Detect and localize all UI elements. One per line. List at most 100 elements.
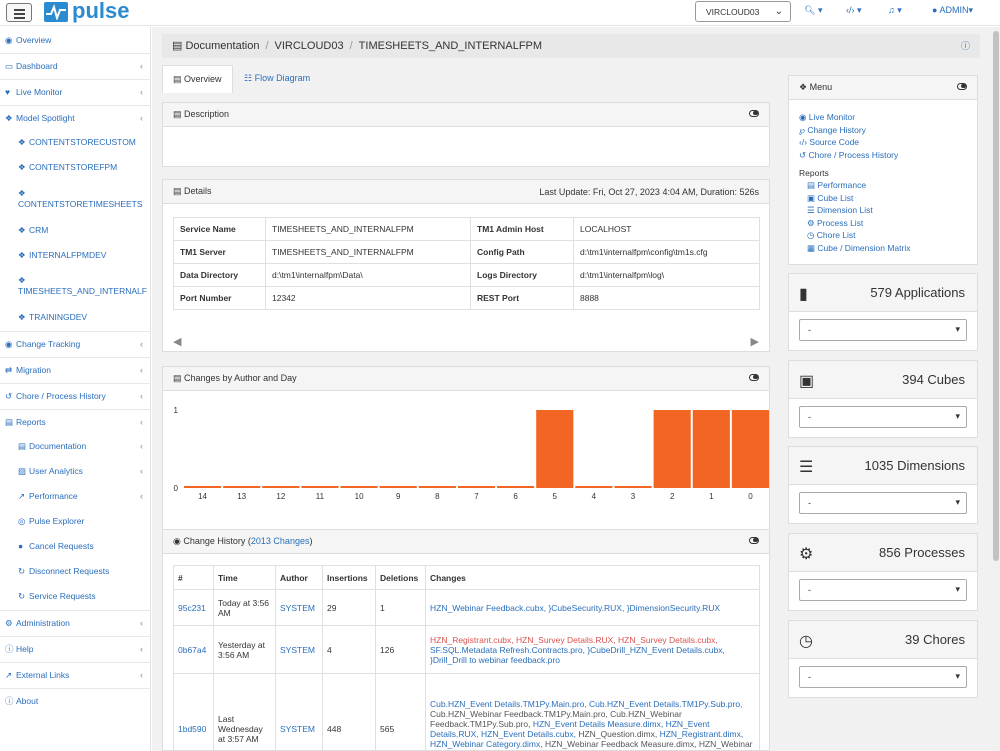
- menu-report-chore-list[interactable]: ◷ Chore List: [799, 229, 910, 242]
- changed-file-link[interactable]: HZN_Webinar Feedback.cubx,: [430, 603, 548, 613]
- sidebar-report-documentation[interactable]: ▤ Documentation ‹: [0, 441, 151, 452]
- changed-file-link[interactable]: SF.SQL.Metadata Refresh.Contracts.pro,: [430, 645, 587, 655]
- changed-file-link[interactable]: HZN_Event Details.cubx,: [481, 729, 578, 739]
- chart-bar[interactable]: [692, 410, 730, 488]
- changed-file-link[interactable]: HZN_Registrant.cubx,: [430, 635, 516, 645]
- sidebar-item-overview[interactable]: ◉ Overview: [0, 35, 151, 46]
- toggle-icon[interactable]: [749, 110, 759, 117]
- changed-file-link[interactable]: HZN_Registrant.dimx,: [660, 729, 744, 739]
- applications-select[interactable]: - ▾: [799, 319, 967, 341]
- sidebar-item-dashboard[interactable]: ▭ Dashboard ‹: [0, 53, 151, 79]
- sidebar-report-disconnect-requests[interactable]: ↻ Disconnect Requests: [0, 566, 151, 577]
- toggle-icon[interactable]: [749, 537, 759, 544]
- scroll-right-icon[interactable]: ▶: [751, 335, 759, 348]
- sidebar-report-cancel-requests[interactable]: ● Cancel Requests: [0, 541, 151, 552]
- sidebar-item-migration[interactable]: ⇄ Migration ‹: [0, 357, 151, 383]
- chart-bar[interactable]: [184, 486, 222, 488]
- chart-bar[interactable]: [223, 486, 261, 488]
- menu-report-performance[interactable]: ▤ Performance: [799, 179, 910, 192]
- code-menu-button[interactable]: ‹/› ▾: [846, 5, 862, 16]
- menu-link-source-code[interactable]: ‹/› Source Code: [799, 136, 910, 149]
- sidebar-model-contentstorefpm[interactable]: ❖ CONTENTSTOREFPM: [0, 162, 151, 173]
- toggle-icon[interactable]: [749, 374, 759, 381]
- toggle-icon[interactable]: [957, 83, 967, 90]
- author-link[interactable]: SYSTEM: [280, 724, 315, 734]
- menu-report-process-list[interactable]: ⚙ Process List: [799, 217, 910, 230]
- info-icon[interactable]: ⓘ: [961, 39, 970, 52]
- sidebar-item-help[interactable]: ⓘ Help ‹: [0, 636, 151, 662]
- sidebar-report-user-analytics[interactable]: ▨ User Analytics ‹: [0, 466, 151, 477]
- changed-file-link[interactable]: }Drill_Drill to webinar feedback.pro: [430, 655, 560, 665]
- sidebar-model-contentstorecustom[interactable]: ❖ CONTENTSTORECUSTOM: [0, 137, 151, 148]
- search-menu-button[interactable]: 🔍︎ ▾: [804, 5, 822, 16]
- sidebar-item-external-links[interactable]: ↗ External Links ‹: [0, 662, 151, 688]
- chart-bar[interactable]: [653, 410, 691, 488]
- history-count-link[interactable]: 2013 Changes: [251, 536, 310, 546]
- server-select[interactable]: VIRCLOUD03 ⌄: [695, 1, 791, 22]
- chart-bar[interactable]: [340, 486, 378, 488]
- processes-select[interactable]: - ▾: [799, 579, 967, 601]
- user-menu-button[interactable]: ● ADMIN▾: [932, 5, 973, 16]
- sidebar-item-chore-process-history[interactable]: ↺ Chore / Process History ‹: [0, 383, 151, 409]
- sidebar-report-performance[interactable]: ↗ Performance ‹: [0, 491, 151, 502]
- changed-file-link[interactable]: HZN_Webinar Feedback Measure.dimx,: [545, 739, 699, 749]
- sidebar-item-reports[interactable]: ▤ Reports ‹: [0, 409, 151, 435]
- tab-overview[interactable]: ▤ Overview: [162, 65, 233, 93]
- chart-bar[interactable]: [731, 410, 769, 488]
- chart-bar[interactable]: [418, 486, 456, 488]
- chart-bar[interactable]: [536, 410, 574, 488]
- changed-file-link[interactable]: }DimensionSecurity.RUX: [627, 603, 720, 613]
- sidebar-report-pulse-explorer[interactable]: ◎ Pulse Explorer: [0, 516, 151, 527]
- sidebar-item-about[interactable]: ⓘ About: [0, 688, 151, 714]
- cubes-select[interactable]: - ▾: [799, 406, 967, 428]
- changed-file-link[interactable]: HZN_Event Details Measure.dimx,: [533, 719, 666, 729]
- notifications-button[interactable]: ♫ ▾: [888, 5, 902, 16]
- changed-file-link[interactable]: Cub.HZN_Webinar Feedback.TM1Py.Main.pro,: [430, 709, 610, 719]
- scroll-left-icon[interactable]: ◀: [173, 335, 181, 348]
- commit-link[interactable]: 1bd590: [178, 724, 206, 734]
- sidebar-model-contentstoretimesheets[interactable]: ❖ CONTENTSTORETIMESHEETS: [0, 188, 151, 210]
- sidebar-model-timesheets[interactable]: ❖ TIMESHEETS_AND_INTERNALF: [0, 275, 151, 297]
- author-link[interactable]: SYSTEM: [280, 603, 315, 613]
- sidebar-item-administration[interactable]: ⚙ Administration ‹: [0, 610, 151, 636]
- sidebar-model-trainingdev[interactable]: ❖ TRAININGDEV: [0, 312, 151, 323]
- changed-file-link[interactable]: HZN_Webinar Category.dimx,: [430, 739, 545, 749]
- sidebar-item-change-tracking[interactable]: ◉ Change Tracking ‹: [0, 331, 151, 357]
- page-scrollbar[interactable]: [992, 27, 1000, 751]
- menu-report-dimension-list[interactable]: ☰ Dimension List: [799, 204, 910, 217]
- hamburger-menu-button[interactable]: [6, 3, 32, 22]
- menu-link-live-monitor[interactable]: ◉ Live Monitor: [799, 111, 910, 124]
- menu-report-cube-dimension-matrix[interactable]: ▦ Cube / Dimension Matrix: [799, 242, 910, 255]
- chart-bar[interactable]: [301, 486, 339, 488]
- dimensions-select[interactable]: - ▾: [799, 492, 967, 514]
- changed-file-link[interactable]: HZN_Survey Details.cubx,: [618, 635, 718, 645]
- changed-file-link[interactable]: }CubeSecurity.RUX,: [548, 603, 626, 613]
- chores-select[interactable]: - ▾: [799, 666, 967, 688]
- breadcrumb-root[interactable]: Documentation: [185, 40, 259, 52]
- changed-file-link[interactable]: }CubeDrill_HZN_Event Details.cubx,: [587, 645, 724, 655]
- changed-file-link[interactable]: Cub.HZN_Event Details.TM1Py.Main.pro,: [430, 699, 589, 709]
- menu-report-cube-list[interactable]: ▣ Cube List: [799, 192, 910, 205]
- chart-bar[interactable]: [457, 486, 496, 488]
- sidebar-item-live-monitor[interactable]: ♥ Live Monitor ‹: [0, 79, 151, 105]
- commit-link[interactable]: 95c231: [178, 603, 206, 613]
- commit-link[interactable]: 0b67a4: [178, 645, 206, 655]
- sidebar-model-internalfpmdev[interactable]: ❖ INTERNALFPMDEV: [0, 250, 151, 261]
- sidebar-item-model-spotlight[interactable]: ❖ Model Spotlight ‹: [0, 105, 151, 131]
- sidebar-model-crm[interactable]: ❖ CRM: [0, 225, 151, 236]
- menu-link-change-history[interactable]: ℘ Change History: [799, 124, 910, 137]
- chart-bar[interactable]: [379, 486, 417, 488]
- sidebar-report-service-requests[interactable]: ↻ Service Requests: [0, 591, 151, 602]
- changed-file-link[interactable]: Cub.HZN_Event Details.TM1Py.Sub.pro,: [589, 699, 742, 709]
- chart-bar[interactable]: [575, 486, 613, 488]
- scrollbar-thumb[interactable]: [993, 31, 999, 561]
- author-link[interactable]: SYSTEM: [280, 645, 315, 655]
- chart-bar[interactable]: [262, 486, 300, 488]
- menu-link-chore-process-history[interactable]: ↺ Chore / Process History: [799, 149, 910, 162]
- chart-bar[interactable]: [614, 486, 652, 488]
- changed-file-link[interactable]: HZN_Question.dimx,: [578, 729, 659, 739]
- tab-flow-diagram[interactable]: ☷ Flow Diagram: [234, 65, 320, 93]
- breadcrumb-server[interactable]: VIRCLOUD03: [275, 40, 344, 52]
- changed-file-link[interactable]: HZN_Survey Details.RUX,: [516, 635, 618, 645]
- chart-bar[interactable]: [497, 486, 535, 488]
